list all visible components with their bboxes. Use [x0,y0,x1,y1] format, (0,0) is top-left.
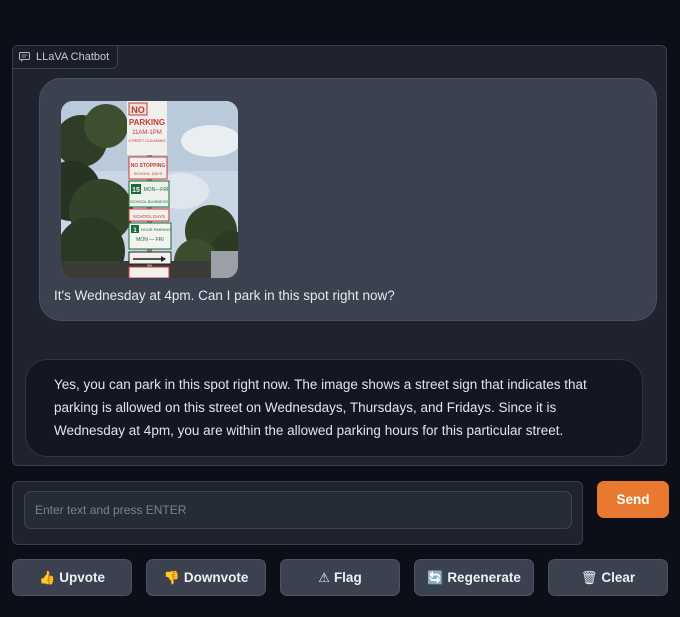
upvote-label: Upvote [59,570,105,585]
downvote-button[interactable]: 👎 Downvote [146,559,266,596]
svg-text:PARKING: PARKING [129,118,165,127]
warning-icon: ⚠ [318,569,330,585]
parking-sign-photo[interactable]: NO PARKING 11AM-1PM STREET CLEANING NO S… [61,101,238,278]
regenerate-label: Regenerate [447,570,521,585]
svg-text:15: 15 [132,187,140,194]
svg-text:HOUR PARKING: HOUR PARKING [141,227,172,232]
flag-label: Flag [333,570,362,585]
chatbot-label-text: LLaVA Chatbot [36,51,110,63]
upvote-button[interactable]: 👍 Upvote [12,559,132,596]
regenerate-button[interactable]: 🔄 Regenerate [414,559,534,596]
clear-button[interactable]: 🗑 Clear [548,559,668,596]
action-buttons: 👍 Upvote 👎 Downvote ⚠ Flag 🔄 Regenerate … [12,559,669,596]
downvote-label: Downvote [183,570,249,585]
svg-text:SCHOOL DAYS: SCHOOL DAYS [133,214,165,219]
chat-icon [19,52,30,62]
user-message-text: It's Wednesday at 4pm. Can I park in thi… [54,288,395,303]
svg-text:SCHOOL BUSINESS: SCHOOL BUSINESS [130,199,168,204]
thumbs-up-icon: 👍 [39,569,56,585]
clear-label: Clear [601,570,636,585]
svg-text:SCHOOL DAYS: SCHOOL DAYS [134,171,163,176]
thumbs-down-icon: 👎 [163,569,180,585]
flag-button[interactable]: ⚠ Flag [280,559,400,596]
chatbot-label: LLaVA Chatbot [13,46,119,69]
refresh-icon: 🔄 [427,569,444,585]
svg-text:NO: NO [131,105,145,115]
svg-text:MON—FRI: MON—FRI [144,187,169,193]
bot-message-text: Yes, you can park in this spot right now… [54,377,587,438]
send-button[interactable]: Send [597,481,669,518]
svg-text:MON — FRI: MON — FRI [136,237,164,243]
bot-message: Yes, you can park in this spot right now… [25,359,643,457]
trash-icon: 🗑 [580,569,598,585]
svg-text:STREET CLEANING: STREET CLEANING [128,138,165,143]
user-message: NO PARKING 11AM-1PM STREET CLEANING NO S… [39,78,657,321]
chatbot-panel: LLaVA Chatbot NO PARKING 11AM-1PM STREET… [12,45,667,466]
message-input[interactable] [24,491,572,529]
svg-text:11AM-1PM: 11AM-1PM [132,130,162,136]
input-container [12,481,583,545]
svg-text:NO STOPPING: NO STOPPING [131,163,166,169]
